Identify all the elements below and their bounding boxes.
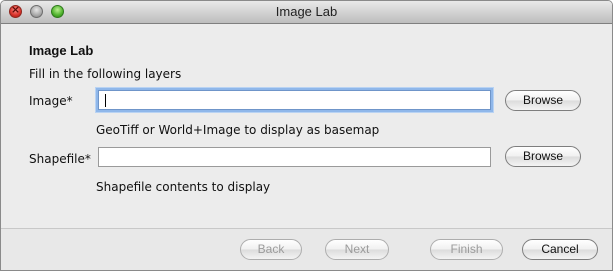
browse-shapefile-button[interactable]: Browse — [505, 146, 581, 167]
image-label: Image* — [29, 94, 73, 108]
finish-button[interactable]: Finish — [430, 239, 503, 260]
cancel-button[interactable]: Cancel — [522, 239, 598, 260]
image-path-input[interactable] — [98, 90, 491, 110]
wizard-footer: Back Next Finish Cancel — [1, 229, 612, 270]
next-button[interactable]: Next — [325, 239, 389, 260]
back-button[interactable]: Back — [240, 239, 302, 260]
wizard-window: Image Lab Image Lab Fill in the followin… — [0, 0, 613, 271]
shapefile-hint: Shapefile contents to display — [96, 180, 271, 194]
shapefile-label: Shapefile* — [29, 152, 91, 166]
title-bar[interactable]: Image Lab — [1, 1, 612, 24]
browse-image-button[interactable]: Browse — [505, 90, 581, 111]
page-description: Fill in the following layers — [29, 67, 182, 81]
shapefile-path-input[interactable] — [98, 147, 491, 167]
window-title: Image Lab — [275, 4, 338, 19]
text-caret — [105, 94, 106, 107]
image-hint: GeoTiff or World+Image to display as bas… — [96, 123, 380, 137]
page-title: Image Lab — [29, 43, 94, 58]
wizard-page: Image Lab Fill in the following layers I… — [1, 24, 612, 228]
